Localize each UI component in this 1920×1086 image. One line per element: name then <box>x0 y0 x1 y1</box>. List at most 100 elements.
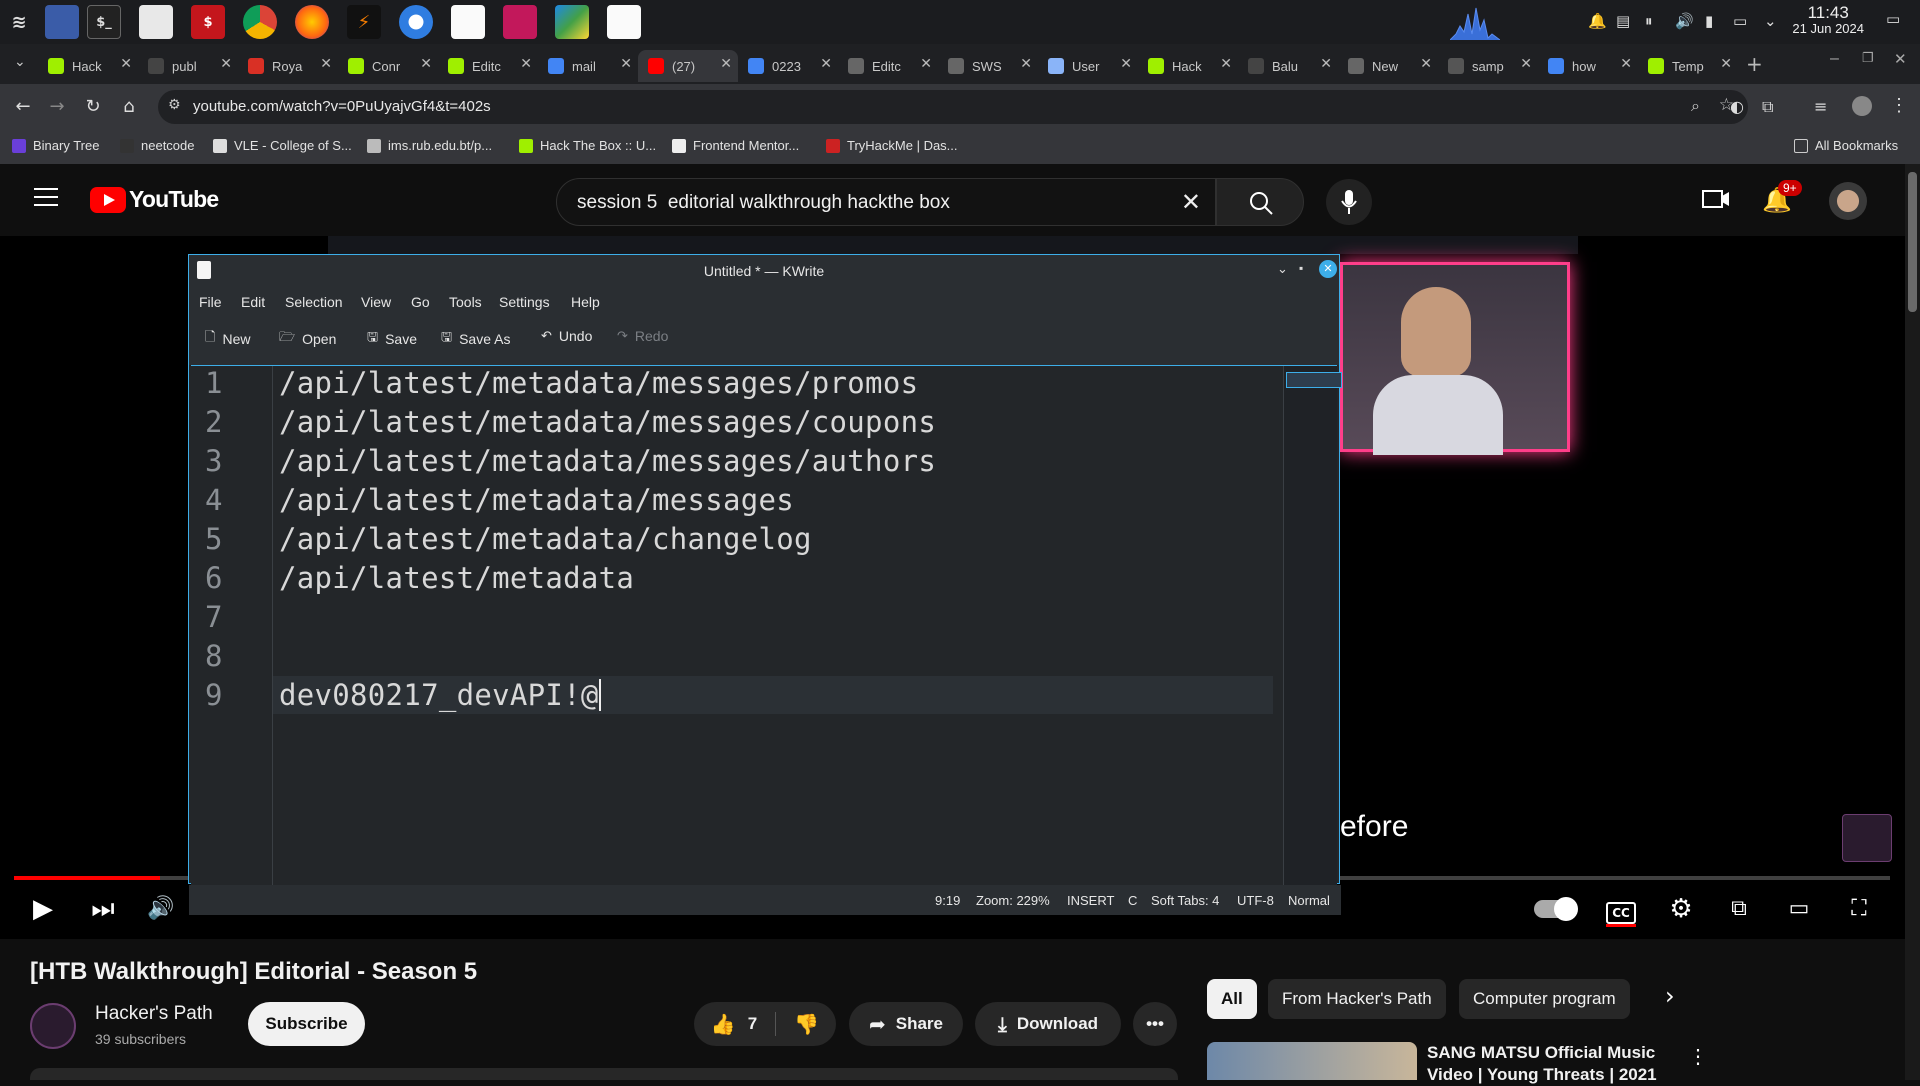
tab-close-icon[interactable]: ✕ <box>920 56 932 72</box>
channel-watermark[interactable] <box>1842 814 1892 862</box>
browser-tab[interactable]: (27) ✕ <box>638 50 738 82</box>
browser-tab[interactable]: SWS ✕ <box>938 50 1038 82</box>
terminal-icon[interactable]: $_ <box>87 5 121 39</box>
description-box[interactable] <box>30 1068 1178 1080</box>
volume-icon[interactable]: 🔊 <box>1675 12 1694 30</box>
zoom-icon[interactable]: ⌕ <box>1691 96 1700 116</box>
tab-close-icon[interactable]: ✕ <box>1520 56 1532 72</box>
browser-tab[interactable]: how ✕ <box>1538 50 1638 82</box>
tab-close-icon[interactable]: ✕ <box>720 56 732 72</box>
firefox-icon[interactable] <box>295 5 329 39</box>
extensions-puzzle-icon[interactable]: ⧉ <box>1762 97 1773 117</box>
menu-edit[interactable]: Edit <box>241 294 265 310</box>
notes-icon[interactable] <box>503 5 537 39</box>
kwrite-icon-2[interactable] <box>607 5 641 39</box>
display-icon[interactable]: ▭ <box>1733 12 1747 30</box>
next-icon[interactable]: ⏭ <box>86 892 120 926</box>
minimap[interactable] <box>1283 366 1342 886</box>
recommended-title[interactable]: SANG MATSU Official Music Video | Young … <box>1427 1042 1667 1086</box>
play-store-icon[interactable] <box>555 5 589 39</box>
clipboard-icon[interactable]: ▤ <box>1616 12 1630 30</box>
chip-computer-program[interactable]: Computer program <box>1459 979 1630 1019</box>
profile-avatar[interactable] <box>1852 96 1872 116</box>
input-mode-insert[interactable]: INSERT <box>1067 893 1114 908</box>
new-tab-button[interactable]: + <box>1746 52 1763 76</box>
menu-file[interactable]: File <box>199 294 222 310</box>
dictionary-indicator[interactable]: C <box>1128 893 1137 908</box>
terminal-red-icon[interactable]: $ <box>191 5 225 39</box>
tab-close-icon[interactable]: ✕ <box>1420 56 1432 72</box>
menu-view[interactable]: View <box>361 294 391 310</box>
kwrite-minimize-icon[interactable]: ⌄ <box>1277 261 1288 277</box>
burpsuite-icon[interactable]: ⚡ <box>347 5 381 39</box>
more-actions-button[interactable]: ••• <box>1133 1002 1177 1046</box>
tab-close-icon[interactable]: ✕ <box>320 56 332 72</box>
clear-search-icon[interactable]: ✕ <box>1181 188 1201 216</box>
browser-tab[interactable]: 0223 ✕ <box>738 50 838 82</box>
share-button[interactable]: ➦ Share <box>849 1002 963 1046</box>
recommended-thumbnail[interactable] <box>1207 1042 1417 1080</box>
fullscreen-icon[interactable]: ⛶ <box>1842 892 1876 926</box>
autoplay-toggle[interactable] <box>1534 897 1578 921</box>
browser-tab[interactable]: Temp ✕ <box>1638 50 1738 82</box>
tab-close-icon[interactable]: ✕ <box>1720 56 1732 72</box>
bookmark-tryhackme[interactable]: TryHackMe | Das... <box>826 138 958 153</box>
tab-close-icon[interactable]: ✕ <box>1220 56 1232 72</box>
battery-icon[interactable]: ▮ <box>1705 12 1713 30</box>
forward-icon[interactable]: → <box>44 94 70 120</box>
kwrite-maximize-icon[interactable]: ▪ <box>1299 261 1303 275</box>
tab-close-icon[interactable]: ✕ <box>1120 56 1132 72</box>
channel-avatar[interactable] <box>30 1003 76 1049</box>
search-input[interactable]: session 5 editorial walkthrough hackthe … <box>556 178 1216 226</box>
new-button[interactable]: 🗋 New <box>205 328 250 350</box>
system-clock[interactable]: 11:43 21 Jun 2024 <box>1792 4 1864 37</box>
home-icon[interactable]: ⌂ <box>116 94 142 120</box>
youtube-logo[interactable]: YouTube <box>90 186 219 213</box>
close-window-button[interactable]: ✕ <box>1894 50 1907 68</box>
bell-icon[interactable]: 🔔 <box>1588 12 1607 30</box>
cursor-position[interactable]: 9:19 <box>935 893 960 908</box>
browser-menu-icon[interactable]: ⋮ <box>1890 95 1908 116</box>
download-button[interactable]: ⤓ Download <box>975 1002 1121 1046</box>
tab-search-icon[interactable]: ⌄ <box>14 54 26 70</box>
tab-close-icon[interactable]: ✕ <box>1620 56 1632 72</box>
menu-tools[interactable]: Tools <box>449 294 482 310</box>
undo-button[interactable]: ↶ Undo <box>541 328 592 344</box>
kwrite-titlebar[interactable]: Untitled * — KWrite ⌄ ▪ ✕ <box>189 255 1339 285</box>
code-line[interactable]: /api/latest/metadata/changelog <box>279 522 812 556</box>
redo-button[interactable]: ↷ Redo <box>617 328 668 344</box>
kwrite-icon[interactable] <box>451 5 485 39</box>
channel-name[interactable]: Hacker's Path <box>95 1003 213 1025</box>
page-scrollbar[interactable] <box>1905 164 1920 1080</box>
file-manager-icon[interactable] <box>139 5 173 39</box>
text-editor[interactable]: 123456789 /api/latest/metadata/messages/… <box>191 365 1342 886</box>
bookmark-binary-tree[interactable]: Binary Tree <box>12 138 99 153</box>
tab-close-icon[interactable]: ✕ <box>220 56 232 72</box>
browser-tab[interactable]: mail ✕ <box>538 50 638 82</box>
media-control-icon[interactable]: ≡ <box>1814 97 1827 116</box>
site-info-icon[interactable]: ⚙ <box>168 97 181 113</box>
restore-window-button[interactable]: ❐ <box>1862 50 1874 66</box>
chip-from-channel[interactable]: From Hacker's Path <box>1268 979 1446 1019</box>
scrollbar-thumb[interactable] <box>1908 172 1917 312</box>
editing-mode[interactable]: Normal <box>1288 893 1330 908</box>
theater-mode-icon[interactable]: ▭ <box>1782 892 1816 926</box>
code-line[interactable]: dev080217_devAPI!@ <box>279 678 601 712</box>
miniplayer-icon[interactable]: ⧉ <box>1722 892 1756 926</box>
kwrite-window[interactable]: Untitled * — KWrite ⌄ ▪ ✕ File Edit Sele… <box>188 254 1342 915</box>
minimize-window-button[interactable]: – <box>1830 50 1839 68</box>
browser-tab[interactable]: Editc ✕ <box>838 50 938 82</box>
like-count[interactable]: 7 <box>748 1014 757 1034</box>
all-bookmarks[interactable]: All Bookmarks <box>1794 138 1898 153</box>
account-avatar[interactable] <box>1829 182 1867 220</box>
bookmark-hackthebox[interactable]: Hack The Box :: U... <box>519 138 656 153</box>
code-line[interactable]: /api/latest/metadata/messages/promos <box>279 366 918 400</box>
browser-tab[interactable]: Balu ✕ <box>1238 50 1338 82</box>
menu-settings[interactable]: Settings <box>499 294 550 310</box>
browser-tab[interactable]: User ✕ <box>1038 50 1138 82</box>
like-icon[interactable]: 👍 <box>711 1012 736 1036</box>
save-as-button[interactable]: 🖫 Save As <box>441 328 510 350</box>
browser-tab[interactable]: samp ✕ <box>1438 50 1538 82</box>
tab-close-icon[interactable]: ✕ <box>620 56 632 72</box>
chevron-right-icon[interactable]: › <box>1665 982 1675 1010</box>
